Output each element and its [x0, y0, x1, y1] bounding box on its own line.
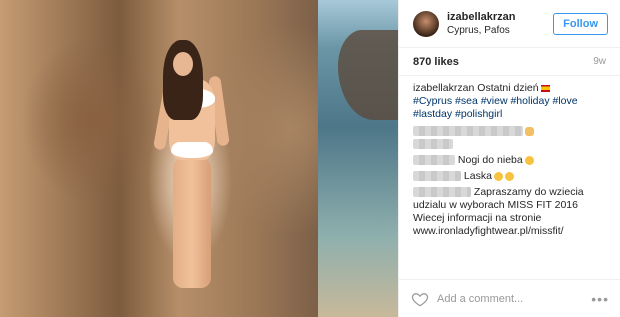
- add-comment-input[interactable]: Add a comment...: [437, 293, 591, 305]
- likes-row: 870 likes 9w: [399, 48, 620, 76]
- list-item: Laska: [413, 170, 606, 183]
- follow-button[interactable]: Follow: [553, 12, 608, 35]
- legs: [173, 158, 211, 288]
- list-item: [413, 125, 606, 151]
- comment-bar: Add a comment... •••: [399, 279, 620, 317]
- list-item: Nogi do nieba: [413, 154, 606, 167]
- username[interactable]: izabellakrzan: [447, 10, 553, 24]
- instagram-post: izabellakrzan Cyprus, Pafos Follow 870 l…: [0, 0, 620, 317]
- comments-section: izabellakrzan Ostatni dzień #Cyprus #sea …: [399, 82, 620, 277]
- face: [173, 52, 193, 76]
- blurred-text: [413, 139, 453, 150]
- caption-username[interactable]: izabellakrzan: [413, 82, 474, 94]
- list-item: Zapraszamy do wziecia udzialu w wyborach…: [413, 186, 606, 238]
- heart-eyes-emoji-icon: [504, 171, 514, 181]
- hashtags[interactable]: #Cyprus #sea #view #holiday #love #lastd…: [413, 95, 606, 121]
- comment-text: Nogi do nieba: [457, 154, 523, 166]
- comment-text: Laska: [463, 170, 492, 182]
- woman-figure: [153, 40, 235, 300]
- hand-emoji-icon: [525, 126, 534, 136]
- post-time[interactable]: 9w: [593, 56, 606, 67]
- location[interactable]: Cyprus, Pafos: [447, 24, 553, 38]
- bikini-bottom: [171, 142, 213, 158]
- user-block: izabellakrzan Cyprus, Pafos: [447, 10, 553, 38]
- spain-flag-icon: [540, 84, 550, 92]
- more-options-icon[interactable]: •••: [591, 291, 609, 307]
- smile-emoji-icon: [524, 155, 534, 165]
- avatar[interactable]: [413, 10, 439, 37]
- caption: izabellakrzan Ostatni dzień #Cyprus #sea …: [413, 82, 606, 121]
- caption-text: Ostatni dzień: [477, 82, 539, 94]
- heart-icon[interactable]: [411, 290, 429, 308]
- blurred-username: [413, 126, 523, 137]
- heart-eyes-emoji-icon: [493, 171, 503, 181]
- post-photo[interactable]: [0, 0, 398, 317]
- post-header: izabellakrzan Cyprus, Pafos Follow: [399, 0, 620, 48]
- likes-count[interactable]: 870 likes: [413, 56, 459, 68]
- blurred-username: [413, 187, 471, 198]
- post-sidebar: izabellakrzan Cyprus, Pafos Follow 870 l…: [398, 0, 620, 317]
- blurred-username: [413, 171, 461, 182]
- blurred-username: [413, 155, 455, 166]
